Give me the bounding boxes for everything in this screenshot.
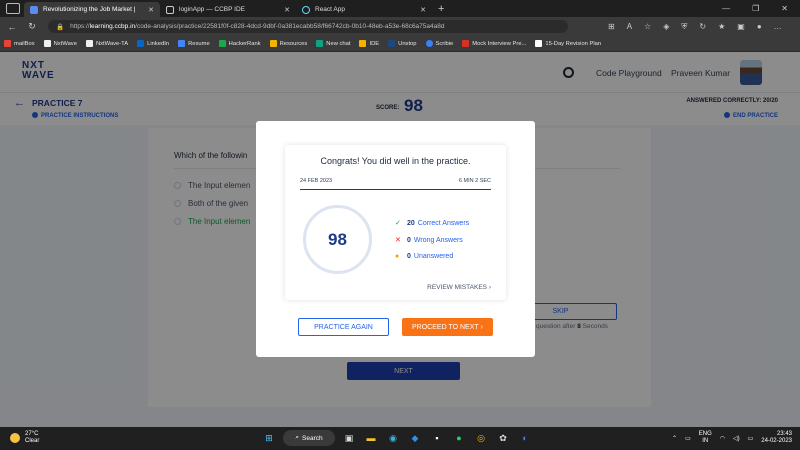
maximize-icon[interactable]: ❐ <box>752 4 759 13</box>
practice-again-button[interactable]: PRACTICE AGAIN <box>298 318 389 336</box>
search-icon: ⌕ <box>295 434 300 441</box>
vscode-icon[interactable]: ◆ <box>407 430 423 446</box>
window-menu-icon[interactable] <box>6 3 20 14</box>
volume-icon[interactable]: ◁) <box>733 435 740 442</box>
check-icon: ✓ <box>395 220 401 227</box>
chevron-up-icon[interactable]: ⌃ <box>672 435 677 442</box>
tab-title: React App <box>315 6 345 13</box>
taskbar-apps: ⊞ ⌕ Search ▣ ▬ ◉ ◆ ▪ ● ◎ ✿ ◐ <box>261 430 533 446</box>
app-icon[interactable]: ◐ <box>517 430 533 446</box>
keyboard-icon[interactable]: ▭ <box>685 435 691 442</box>
wrong-answers-stat: ✕ 0 Wrong Answers <box>395 236 463 245</box>
bookmark-mailbox[interactable]: mailBox <box>4 40 35 47</box>
chrome-icon[interactable]: ◎ <box>473 430 489 446</box>
taskbar-search[interactable]: ⌕ Search <box>283 430 335 446</box>
bookmark-resources[interactable]: Resources <box>269 40 307 47</box>
dot-icon: ● <box>395 253 400 260</box>
tab-title: loginApp — CCBP IDE <box>179 6 245 13</box>
chatgpt-icon[interactable]: ✿ <box>495 430 511 446</box>
site-favicon-icon <box>30 5 38 14</box>
bookmark-ide[interactable]: IDE <box>359 40 379 47</box>
bookmark-unstop[interactable]: Unstop <box>388 40 417 47</box>
more-icon[interactable]: … <box>774 22 782 32</box>
collections-icon[interactable]: ▣ <box>737 22 745 32</box>
bookmark-linkedin[interactable]: LinkedIn <box>137 40 169 47</box>
result-modal: Congrats! You did well in the practice. … <box>256 121 535 357</box>
back-icon[interactable]: ← <box>4 22 20 32</box>
wifi-icon[interactable]: ◠ <box>720 435 725 442</box>
language-indicator[interactable]: ENG IN <box>699 431 712 445</box>
url-field[interactable]: 🔒 https:// learning.ccbp.in /code-analys… <box>48 20 568 33</box>
extension-icon[interactable]: ◈ <box>663 22 669 32</box>
new-tab-icon[interactable]: + <box>438 3 444 15</box>
url-path: /code-analysis/practice/22581f0f-c828-4d… <box>135 23 445 30</box>
tab-react-app[interactable]: React App ✕ <box>296 2 432 17</box>
clock[interactable]: 23:43 24-02-2023 <box>761 431 792 445</box>
tab-revolutionizing[interactable]: Revolutionizing the Job Market | ✕ <box>24 2 160 17</box>
temperature: 27°C <box>25 431 39 437</box>
proceed-to-next-button[interactable]: PROCEED TO NEXT › <box>402 318 493 336</box>
url-prefix: https:// <box>70 23 90 30</box>
review-mistakes-link[interactable]: REVIEW MISTAKES › <box>427 284 491 291</box>
file-explorer-icon[interactable]: ▬ <box>363 430 379 446</box>
close-window-icon[interactable]: ✕ <box>781 4 788 13</box>
moon-icon <box>10 433 20 443</box>
bookmark-nxtwave[interactable]: NxtWave <box>43 40 77 47</box>
close-tab-icon[interactable]: ✕ <box>420 6 426 14</box>
reload-icon[interactable]: ↻ <box>24 21 40 32</box>
summary-divider <box>300 189 491 190</box>
bookmarks-bar: mailBox NxtWave NxtWave-TA LinkedIn Resu… <box>0 36 800 52</box>
bookmark-new-chat[interactable]: New chat <box>316 40 350 47</box>
window-controls: — ❐ ✕ <box>722 4 800 13</box>
battery-icon[interactable]: ▭ <box>748 435 754 442</box>
cross-icon: ✕ <box>395 237 401 244</box>
bookmark-scribie[interactable]: Scribie <box>425 40 453 47</box>
practice-duration: 6 MIN 2 SEC <box>458 178 491 184</box>
bookmark-revision-plan[interactable]: 15-Day Revision Plan <box>535 40 601 47</box>
task-view-icon[interactable]: ▣ <box>341 430 357 446</box>
shield-icon[interactable]: ⛨ <box>681 22 687 32</box>
spotify-icon[interactable]: ● <box>451 430 467 446</box>
system-tray: ⌃ ▭ ENG IN ◠ ◁) ▭ 23:43 24-02-2023 <box>672 431 792 445</box>
congrats-title: Congrats! You did well in the practice. <box>320 156 471 166</box>
weather-widget[interactable]: 27°C Clear <box>10 431 39 445</box>
browser-tab-bar: Revolutionizing the Job Market | ✕ login… <box>0 0 800 17</box>
bookmark-star-icon[interactable]: ☆ <box>644 22 651 32</box>
read-aloud-icon[interactable]: A <box>627 22 632 32</box>
nxtwave-app-icon[interactable]: ▪ <box>429 430 445 446</box>
favorites-icon[interactable]: ★ <box>718 22 725 32</box>
apps-icon[interactable]: ⊞ <box>608 22 615 32</box>
react-icon <box>302 5 310 14</box>
correct-answers-stat: ✓ 20 Correct Answers <box>395 219 470 228</box>
result-summary-card: Congrats! You did well in the practice. … <box>285 145 506 300</box>
document-icon <box>166 5 174 14</box>
tab-title: Revolutionizing the Job Market | <box>43 6 136 13</box>
chevron-right-icon: › <box>480 323 483 331</box>
windows-start-icon[interactable]: ⊞ <box>261 430 277 446</box>
practice-date: 24 FEB 2023 <box>300 178 333 184</box>
close-tab-icon[interactable]: ✕ <box>284 6 290 14</box>
score-ring-value: 98 <box>328 229 347 249</box>
weather-condition: Clear <box>25 438 40 444</box>
tab-loginapp[interactable]: loginApp — CCBP IDE ✕ <box>160 2 296 17</box>
lock-icon: 🔒 <box>56 23 65 31</box>
address-bar-row: ← ↻ 🔒 https:// learning.ccbp.in /code-an… <box>0 17 800 36</box>
windows-taskbar: 27°C Clear ⊞ ⌕ Search ▣ ▬ ◉ ◆ ▪ ● ◎ ✿ ◐ ⌃ … <box>0 427 800 450</box>
score-ring: 98 <box>303 205 372 274</box>
bookmark-resume[interactable]: Resume <box>178 40 210 47</box>
url-host: learning.ccbp.in <box>89 23 136 30</box>
minimize-icon[interactable]: — <box>722 4 730 13</box>
browser-toolbar: ⊞ A ☆ ◈ ⛨ ↻ ★ ▣ ● … <box>608 22 782 32</box>
chevron-right-icon: › <box>488 284 491 291</box>
bookmark-mock-interview[interactable]: Mock Interview Pre... <box>462 40 526 47</box>
unanswered-stat: ● 0 Unanswered <box>395 253 454 260</box>
edge-icon[interactable]: ◉ <box>385 430 401 446</box>
bookmark-nxtwave-ta[interactable]: NxtWave-TA <box>85 40 128 47</box>
close-tab-icon[interactable]: ✕ <box>148 6 154 14</box>
bookmark-hackerrank[interactable]: HackerRank <box>218 40 261 47</box>
profile-icon[interactable]: ● <box>757 22 762 32</box>
refresh-ext-icon[interactable]: ↻ <box>699 22 706 32</box>
